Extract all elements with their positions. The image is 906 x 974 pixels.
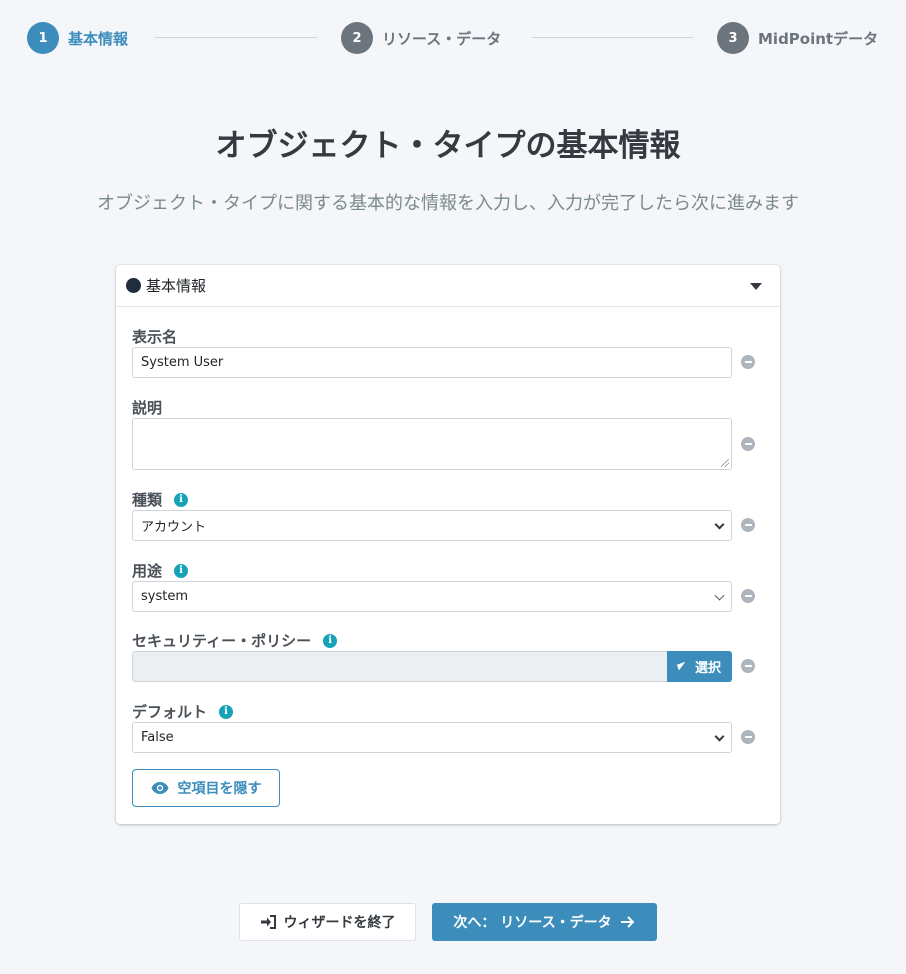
intent-label-text: 用途 — [132, 562, 163, 580]
step-resource-data[interactable]: 2 リソース・データ — [341, 22, 501, 54]
kind-value: アカウント — [141, 520, 207, 535]
intent-label: 用途 i — [132, 560, 189, 581]
eye-icon — [151, 782, 168, 794]
info-icon[interactable]: i — [219, 704, 234, 719]
select-security-policy-button[interactable]: 選択 — [667, 651, 732, 682]
intent-select[interactable]: system — [132, 581, 732, 612]
default-label-text: デフォルト — [132, 703, 208, 721]
remove-kind-icon[interactable] — [741, 518, 755, 532]
kind-label: 種類 i — [132, 489, 189, 510]
arrow-right-icon — [620, 916, 635, 928]
description-textarea[interactable] — [132, 418, 732, 470]
description-label: 説明 — [132, 397, 162, 418]
default-value: False — [141, 730, 174, 745]
next-button[interactable]: 次へ： リソース・データ — [432, 903, 657, 941]
security-policy-input[interactable] — [132, 651, 668, 682]
hide-empty-label: 空項目を隠す — [177, 781, 262, 797]
hide-empty-fields-button[interactable]: 空項目を隠す — [132, 769, 280, 807]
chevron-down-icon — [714, 519, 725, 530]
remove-display-name-icon[interactable] — [741, 355, 755, 369]
remove-description-icon[interactable] — [741, 437, 755, 451]
step-midpoint-data[interactable]: 3 MidPointデータ — [717, 22, 878, 54]
description-label-text: 説明 — [132, 399, 163, 417]
info-icon[interactable]: i — [174, 563, 189, 578]
step-number: 2 — [341, 22, 373, 54]
kind-select[interactable]: アカウント — [132, 510, 732, 541]
pointer-icon — [676, 661, 688, 670]
display-name-label: 表示名 — [132, 326, 177, 347]
info-icon[interactable]: i — [323, 633, 338, 648]
exit-wizard-label: ウィザードを終了 — [283, 915, 396, 931]
next-button-label: 次へ： リソース・データ — [453, 915, 612, 931]
display-name-input[interactable]: System User — [132, 347, 732, 378]
basic-info-panel: 基本情報 表示名 System User 説明 種類 i アカウント 用途 i … — [116, 265, 780, 824]
caret-down-icon[interactable] — [750, 283, 762, 290]
kind-label-text: 種類 — [132, 491, 163, 509]
default-label: デフォルト i — [132, 701, 234, 722]
panel-title: 基本情報 — [146, 277, 207, 295]
step-number: 1 — [27, 22, 59, 54]
wizard-stepper: 1 基本情報 2 リソース・データ 3 MidPointデータ — [27, 22, 878, 54]
remove-intent-icon[interactable] — [741, 589, 755, 603]
step-label: MidPointデータ — [758, 29, 879, 48]
step-label: リソース・データ — [382, 29, 502, 48]
step-label: 基本情報 — [68, 29, 129, 48]
security-policy-label: セキュリティー・ポリシー i — [132, 630, 338, 651]
chevron-down-icon — [714, 590, 725, 601]
step-basic-info[interactable]: 1 基本情報 — [27, 22, 128, 54]
step-connector — [155, 37, 317, 38]
exit-wizard-button[interactable]: ウィザードを終了 — [239, 903, 416, 941]
intent-value: system — [141, 589, 188, 604]
default-select[interactable]: False — [132, 722, 732, 753]
chevron-down-icon — [714, 731, 725, 742]
display-name-label-text: 表示名 — [132, 328, 178, 346]
circle-icon — [126, 278, 141, 293]
step-number: 3 — [717, 22, 749, 54]
panel-header[interactable]: 基本情報 — [116, 265, 780, 307]
page-title: オブジェクト・タイプの基本情報 — [215, 128, 681, 164]
step-connector — [532, 37, 693, 38]
page-subtitle: オブジェクト・タイプに関する基本的な情報を入力し、入力が完了したら次に進みます — [97, 193, 799, 214]
security-policy-label-text: セキュリティー・ポリシー — [132, 632, 312, 650]
remove-security-policy-icon[interactable] — [741, 659, 755, 673]
remove-default-icon[interactable] — [741, 730, 755, 744]
resize-grip-icon[interactable] — [721, 459, 729, 467]
sign-out-icon — [260, 915, 276, 929]
info-icon[interactable]: i — [174, 492, 189, 507]
select-button-label: 選択 — [694, 661, 721, 676]
display-name-value: System User — [141, 355, 224, 370]
